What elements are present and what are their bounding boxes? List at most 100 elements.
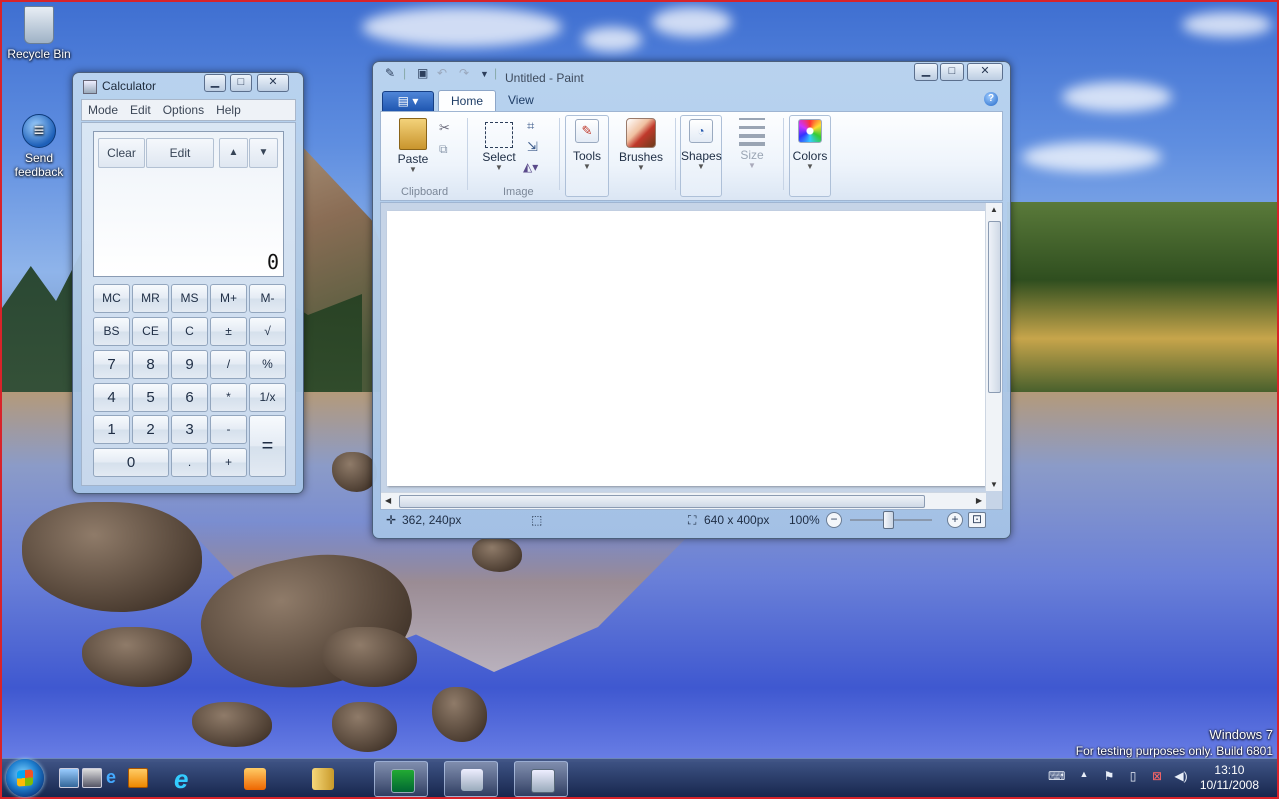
key-mr[interactable]: MR — [132, 284, 169, 313]
key-m-minus[interactable]: M- — [249, 284, 286, 313]
calculator-window[interactable]: Calculator ▁ □ ✕ Mode Edit Options Help … — [72, 72, 304, 494]
desktop-icon-send-feedback[interactable]: ≡ Send feedback — [4, 114, 74, 179]
key-6[interactable]: 6 — [171, 383, 208, 412]
key-subtract[interactable]: - — [210, 415, 247, 444]
key-divide[interactable]: / — [210, 350, 247, 379]
colors-button[interactable]: Colors ▼ — [789, 115, 831, 197]
size-button[interactable]: Size ▼ — [731, 118, 773, 170]
maximize-button[interactable]: □ — [940, 63, 964, 81]
scroll-left-icon[interactable]: ◀ — [385, 496, 391, 505]
key-ce[interactable]: CE — [132, 317, 169, 346]
media-player-quicklaunch-icon[interactable] — [128, 768, 148, 788]
key-add[interactable]: + — [210, 448, 247, 477]
key-ms[interactable]: MS — [171, 284, 208, 313]
drawing-canvas[interactable] — [387, 211, 985, 486]
key-3[interactable]: 3 — [171, 415, 208, 444]
menu-help[interactable]: Help — [210, 103, 247, 117]
desktop-icon-recycle-bin[interactable]: Recycle Bin — [4, 6, 74, 61]
action-center-icon[interactable]: ⚑ — [1102, 769, 1116, 785]
zoom-in-button[interactable]: + — [947, 512, 963, 528]
clock[interactable]: 13:10 10/11/2008 — [1200, 763, 1259, 793]
switch-windows-icon[interactable] — [82, 768, 102, 788]
taskbar-internet-explorer[interactable]: e — [158, 761, 210, 795]
key-mc[interactable]: MC — [93, 284, 130, 313]
menu-mode[interactable]: Mode — [82, 103, 124, 117]
select-button[interactable]: Select ▼ — [479, 118, 519, 172]
key-sqrt[interactable]: √ — [249, 317, 286, 346]
zoom-slider-thumb[interactable] — [883, 511, 894, 529]
key-4[interactable]: 4 — [93, 383, 130, 412]
close-button[interactable]: ✕ — [967, 63, 1003, 81]
minimize-button[interactable]: ▁ — [914, 63, 938, 81]
undo-icon[interactable]: ↶ — [437, 66, 447, 80]
key-multiply[interactable]: * — [210, 383, 247, 412]
fit-to-window-button[interactable]: ⊡ — [968, 512, 986, 528]
brushes-button[interactable]: Brushes ▼ — [617, 118, 665, 172]
key-reciprocal[interactable]: 1/x — [249, 383, 286, 412]
tools-button[interactable]: ✎ Tools ▼ — [565, 115, 609, 197]
key-backspace[interactable]: BS — [93, 317, 130, 346]
taskbar-explorer[interactable] — [296, 761, 348, 795]
paint-window[interactable]: ✎ | ▣ ↶ ↷ ▼ | Untitled - Paint ▁ □ ✕ ▤ ▾… — [372, 61, 1011, 539]
start-button[interactable] — [6, 759, 44, 797]
save-icon[interactable]: ▣ — [417, 66, 428, 80]
key-decimal[interactable]: . — [171, 448, 208, 477]
maximize-button[interactable]: □ — [230, 74, 252, 92]
horizontal-scrollbar[interactable]: ◀ ▶ — [381, 492, 986, 509]
taskbar-task-manager[interactable] — [374, 761, 428, 797]
cut-icon[interactable]: ✂ — [439, 120, 450, 136]
scroll-right-icon[interactable]: ▶ — [976, 496, 982, 505]
key-equals[interactable]: = — [249, 415, 286, 477]
scroll-up-icon[interactable]: ▲ — [990, 205, 998, 214]
taskbar-paint[interactable] — [444, 761, 498, 797]
internet-explorer-quicklaunch-icon[interactable]: e — [106, 768, 124, 786]
history-up-button[interactable]: ▲ — [219, 138, 248, 168]
menu-edit[interactable]: Edit — [124, 103, 157, 117]
select-rectangle-icon — [485, 122, 513, 148]
key-7[interactable]: 7 — [93, 350, 130, 379]
copy-icon[interactable]: ⧉ — [439, 142, 448, 157]
help-icon[interactable]: ? — [984, 92, 998, 106]
redo-icon[interactable]: ↷ — [459, 66, 469, 80]
key-9[interactable]: 9 — [171, 350, 208, 379]
taskbar-calculator[interactable] — [514, 761, 568, 797]
taskbar-media-player[interactable] — [228, 761, 280, 795]
qat-customize-icon[interactable]: ▼ — [480, 69, 489, 79]
rotate-icon[interactable]: ◭▾ — [523, 160, 538, 174]
shapes-button[interactable]: ◔ Shapes ▼ — [680, 115, 722, 197]
edit-history-button[interactable]: Edit — [146, 138, 214, 168]
scroll-down-icon[interactable]: ▼ — [990, 480, 998, 489]
minimize-button[interactable]: ▁ — [204, 74, 226, 92]
paint-menu-button[interactable]: ▤ ▾ — [382, 91, 434, 112]
key-percent[interactable]: % — [249, 350, 286, 379]
tab-view[interactable]: View — [496, 90, 546, 111]
tab-home[interactable]: Home — [438, 90, 497, 112]
key-c[interactable]: C — [171, 317, 208, 346]
clear-history-button[interactable]: Clear — [98, 138, 145, 168]
keyboard-icon[interactable]: ⌨ — [1048, 769, 1065, 785]
key-1[interactable]: 1 — [93, 415, 130, 444]
vertical-scroll-thumb[interactable] — [988, 221, 1001, 393]
menu-options[interactable]: Options — [157, 103, 210, 117]
vertical-scrollbar[interactable]: ▲ ▼ — [985, 203, 1002, 491]
paste-button[interactable]: Paste ▼ — [393, 118, 433, 174]
show-desktop-icon[interactable] — [59, 768, 79, 788]
network-icon[interactable]: ⊠ — [1150, 769, 1164, 785]
key-5[interactable]: 5 — [132, 383, 169, 412]
history-down-button[interactable]: ▼ — [249, 138, 278, 168]
key-m-plus[interactable]: M+ — [210, 284, 247, 313]
battery-icon[interactable]: ▯ — [1126, 769, 1140, 785]
paint-titlebar[interactable]: ✎ | ▣ ↶ ↷ ▼ | Untitled - Paint ▁ □ ✕ — [373, 62, 1010, 88]
key-2[interactable]: 2 — [132, 415, 169, 444]
key-8[interactable]: 8 — [132, 350, 169, 379]
show-hidden-icons-icon[interactable]: ▲ — [1077, 769, 1091, 785]
close-button[interactable]: ✕ — [257, 74, 289, 92]
key-0[interactable]: 0 — [93, 448, 169, 477]
calculator-titlebar[interactable]: Calculator ▁ □ ✕ — [73, 73, 303, 99]
volume-icon[interactable]: ◀) — [1174, 769, 1188, 785]
horizontal-scroll-thumb[interactable] — [399, 495, 925, 508]
crop-icon[interactable]: ⌗ — [527, 118, 534, 134]
zoom-out-button[interactable]: − — [826, 512, 842, 528]
key-plus-minus[interactable]: ± — [210, 317, 247, 346]
resize-icon[interactable]: ⇲ — [527, 139, 538, 155]
